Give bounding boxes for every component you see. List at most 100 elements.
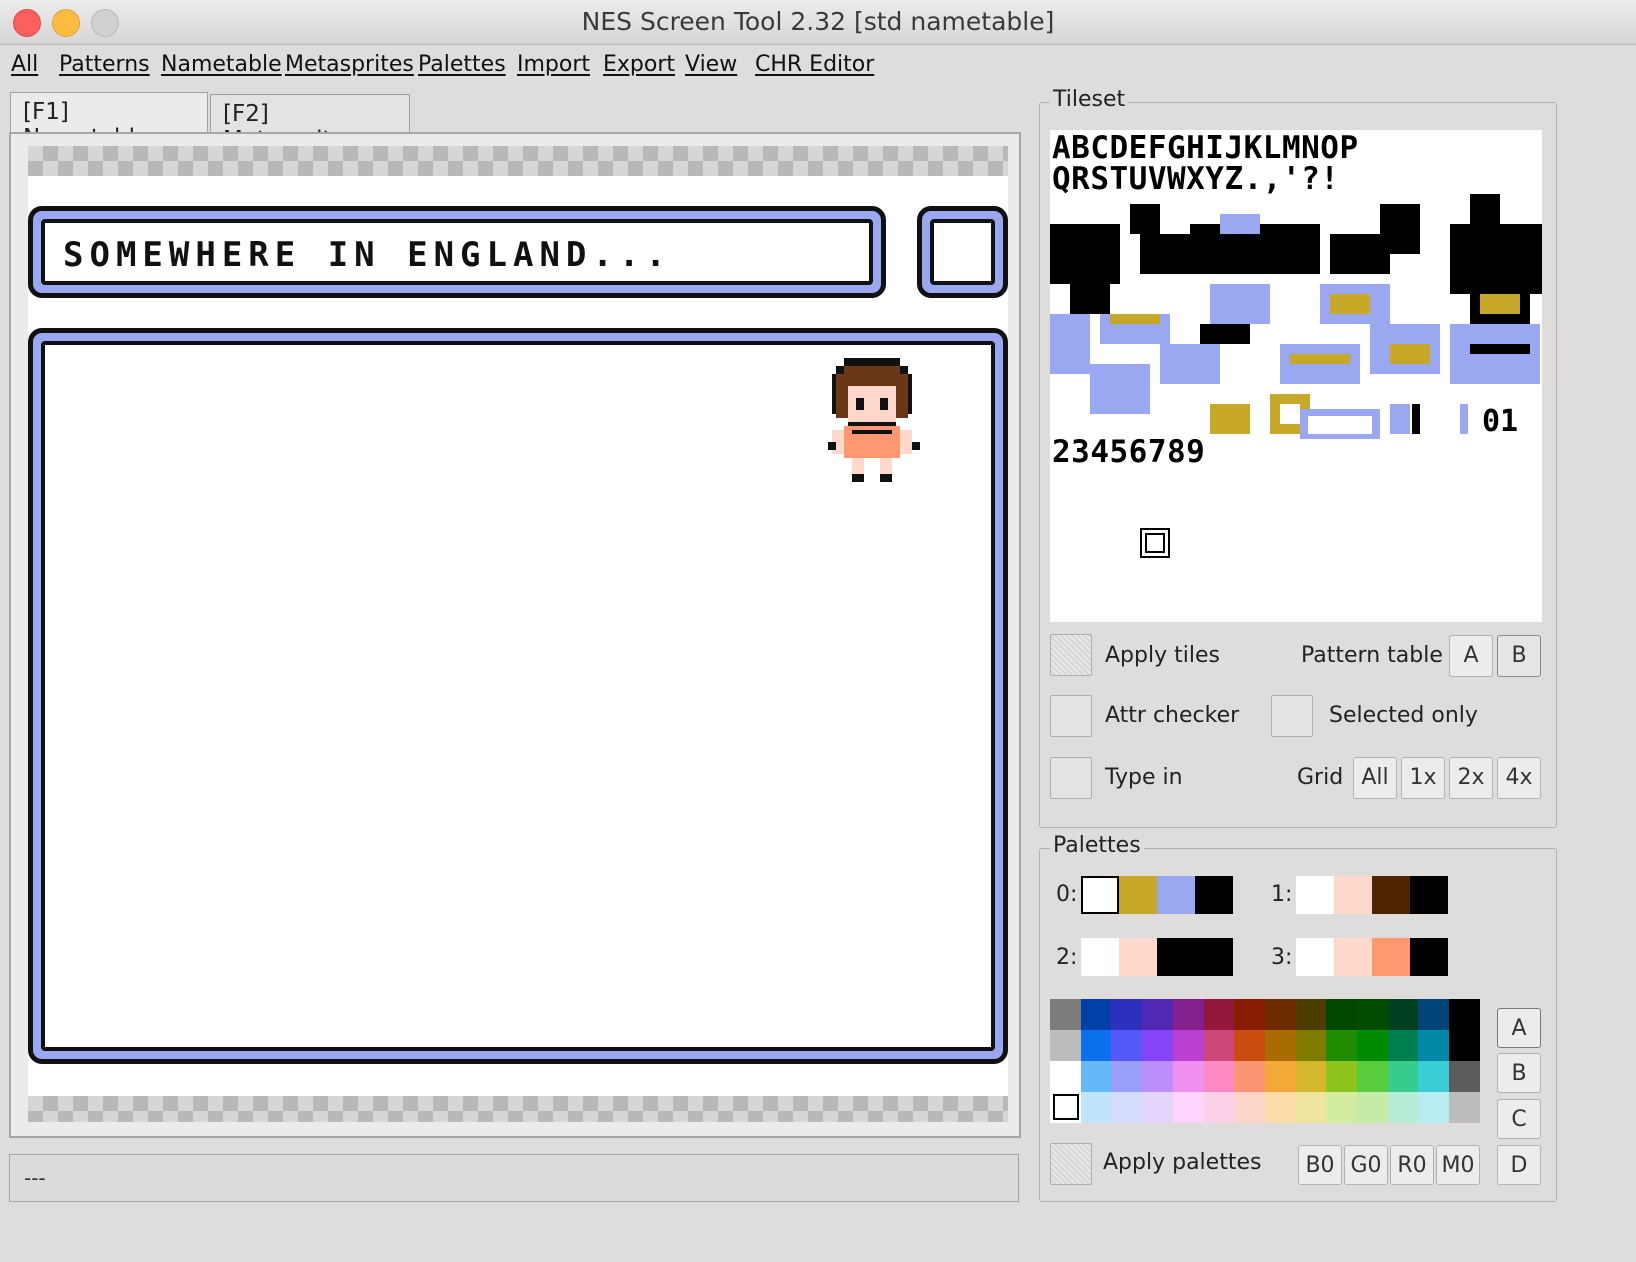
palette-0-color-0[interactable] (1081, 876, 1119, 914)
nes-color-cell[interactable] (1418, 1030, 1450, 1061)
nes-color-cell[interactable] (1326, 999, 1358, 1030)
palette-2-color-1[interactable] (1119, 938, 1157, 976)
apply-tiles-checkbox[interactable] (1050, 634, 1092, 676)
palette-bank-b-button[interactable]: B (1497, 1053, 1541, 1093)
pattern-table-b-button[interactable]: B (1497, 635, 1541, 677)
nes-color-cell[interactable] (1234, 1030, 1266, 1061)
nes-color-cell[interactable] (1080, 1092, 1112, 1123)
nes-color-cell[interactable] (1387, 1092, 1419, 1123)
nes-color-cell[interactable] (1295, 999, 1327, 1030)
nes-color-cell[interactable] (1142, 1092, 1174, 1123)
nes-color-cell[interactable] (1326, 1092, 1358, 1123)
nes-color-cell[interactable] (1203, 1030, 1235, 1061)
nes-color-cell[interactable] (1295, 1061, 1327, 1092)
r0-button[interactable]: R0 (1390, 1145, 1434, 1185)
attr-checker-checkbox[interactable] (1050, 695, 1092, 737)
nes-color-cell[interactable] (1050, 1061, 1081, 1092)
nes-color-cell[interactable] (1449, 999, 1481, 1030)
b0-button[interactable]: B0 (1298, 1145, 1342, 1185)
nes-color-cell[interactable] (1326, 1061, 1358, 1092)
nes-color-cell[interactable] (1264, 1030, 1296, 1061)
palette-2-color-3[interactable] (1195, 938, 1233, 976)
palette-3-color-1[interactable] (1334, 938, 1372, 976)
palette-1-color-2[interactable] (1372, 876, 1410, 914)
nes-color-cell[interactable] (1080, 999, 1112, 1030)
palette-3-color-2[interactable] (1372, 938, 1410, 976)
menu-nametable[interactable]: Nametable (161, 52, 282, 77)
nes-color-cell[interactable] (1387, 1030, 1419, 1061)
selected-only-checkbox[interactable] (1271, 695, 1313, 737)
nes-color-cell[interactable] (1387, 999, 1419, 1030)
palette-2-color-2[interactable] (1157, 938, 1195, 976)
nes-color-cell[interactable] (1357, 1061, 1388, 1092)
nametable-canvas[interactable]: SOMEWHERE IN ENGLAND... (28, 146, 1008, 1122)
nes-color-cell[interactable] (1111, 1061, 1143, 1092)
nes-color-cell[interactable] (1050, 999, 1081, 1030)
nes-color-cell[interactable] (1203, 1092, 1235, 1123)
palette-1-color-0[interactable] (1296, 876, 1334, 914)
menu-import[interactable]: Import (517, 52, 590, 77)
nes-color-cell[interactable] (1234, 1092, 1266, 1123)
palette-0-color-3[interactable] (1195, 876, 1233, 914)
nes-color-cell[interactable] (1142, 1061, 1174, 1092)
palette-1-color-1[interactable] (1334, 876, 1372, 914)
menu-palettes[interactable]: Palettes (418, 52, 506, 77)
nes-color-cell[interactable] (1172, 999, 1204, 1030)
palette-0-color-2[interactable] (1157, 876, 1195, 914)
menu-patterns[interactable]: Patterns (59, 52, 150, 77)
nes-color-cell[interactable] (1264, 1092, 1296, 1123)
nes-color-grid[interactable] (1050, 999, 1481, 1123)
palette-bank-c-button[interactable]: C (1497, 1099, 1541, 1139)
nes-color-cell[interactable] (1172, 1092, 1204, 1123)
nes-color-cell[interactable] (1418, 999, 1450, 1030)
grid-2x-button[interactable]: 2x (1449, 757, 1493, 799)
nes-color-cell[interactable] (1449, 1061, 1481, 1092)
menu-view[interactable]: View (685, 52, 737, 77)
nes-color-cell[interactable] (1449, 1092, 1481, 1123)
nes-color-cell[interactable] (1142, 999, 1174, 1030)
grid-4x-button[interactable]: 4x (1497, 757, 1541, 799)
nes-color-cell[interactable] (1418, 1061, 1450, 1092)
nes-color-cell[interactable] (1357, 999, 1388, 1030)
palette-0-color-1[interactable] (1119, 876, 1157, 914)
palette-bank-a-button[interactable]: A (1497, 1008, 1541, 1048)
menu-export[interactable]: Export (603, 52, 675, 77)
nes-color-cell[interactable] (1357, 1030, 1388, 1061)
palette-3-color-0[interactable] (1296, 938, 1334, 976)
nes-color-cell[interactable] (1172, 1061, 1204, 1092)
palette-1-color-3[interactable] (1410, 876, 1448, 914)
nes-color-cell[interactable] (1295, 1030, 1327, 1061)
nes-color-cell[interactable] (1080, 1061, 1112, 1092)
tileset-canvas[interactable]: ABCDEFGHIJKLMNOP QRSTUVWXYZ.,'?! 01 2345… (1050, 130, 1542, 622)
menu-chr-editor[interactable]: CHR Editor (755, 52, 874, 77)
nes-color-cell[interactable] (1172, 1030, 1204, 1061)
palette-bank-d-button[interactable]: D (1497, 1145, 1541, 1185)
palette-2-color-0[interactable] (1081, 938, 1119, 976)
type-in-checkbox[interactable] (1050, 757, 1092, 799)
nes-color-cell[interactable] (1142, 1030, 1174, 1061)
nes-color-cell[interactable] (1387, 1061, 1419, 1092)
nes-color-cell[interactable] (1295, 1092, 1327, 1123)
grid-1x-button[interactable]: 1x (1401, 757, 1445, 799)
nes-color-cell[interactable] (1050, 1030, 1081, 1061)
nes-color-cell[interactable] (1418, 1092, 1450, 1123)
g0-button[interactable]: G0 (1344, 1145, 1388, 1185)
nes-color-cell[interactable] (1111, 1092, 1143, 1123)
palette-3-color-3[interactable] (1410, 938, 1448, 976)
nes-color-cell[interactable] (1203, 999, 1235, 1030)
nes-color-cell[interactable] (1111, 1030, 1143, 1061)
nes-color-cell[interactable] (1357, 1092, 1388, 1123)
nes-color-cell[interactable] (1234, 1061, 1266, 1092)
m0-button[interactable]: M0 (1436, 1145, 1480, 1185)
pattern-table-a-button[interactable]: A (1449, 635, 1493, 677)
apply-palettes-checkbox[interactable] (1050, 1143, 1092, 1185)
grid-all-button[interactable]: All (1353, 757, 1397, 799)
nes-color-cell[interactable] (1449, 1030, 1481, 1061)
nes-color-cell[interactable] (1080, 1030, 1112, 1061)
nes-color-cell[interactable] (1326, 1030, 1358, 1061)
nes-color-cell[interactable] (1111, 999, 1143, 1030)
nes-color-cell[interactable] (1203, 1061, 1235, 1092)
menu-metasprites[interactable]: Metasprites (285, 52, 414, 77)
menu-all[interactable]: All (11, 52, 38, 77)
nes-color-cell[interactable] (1264, 1061, 1296, 1092)
